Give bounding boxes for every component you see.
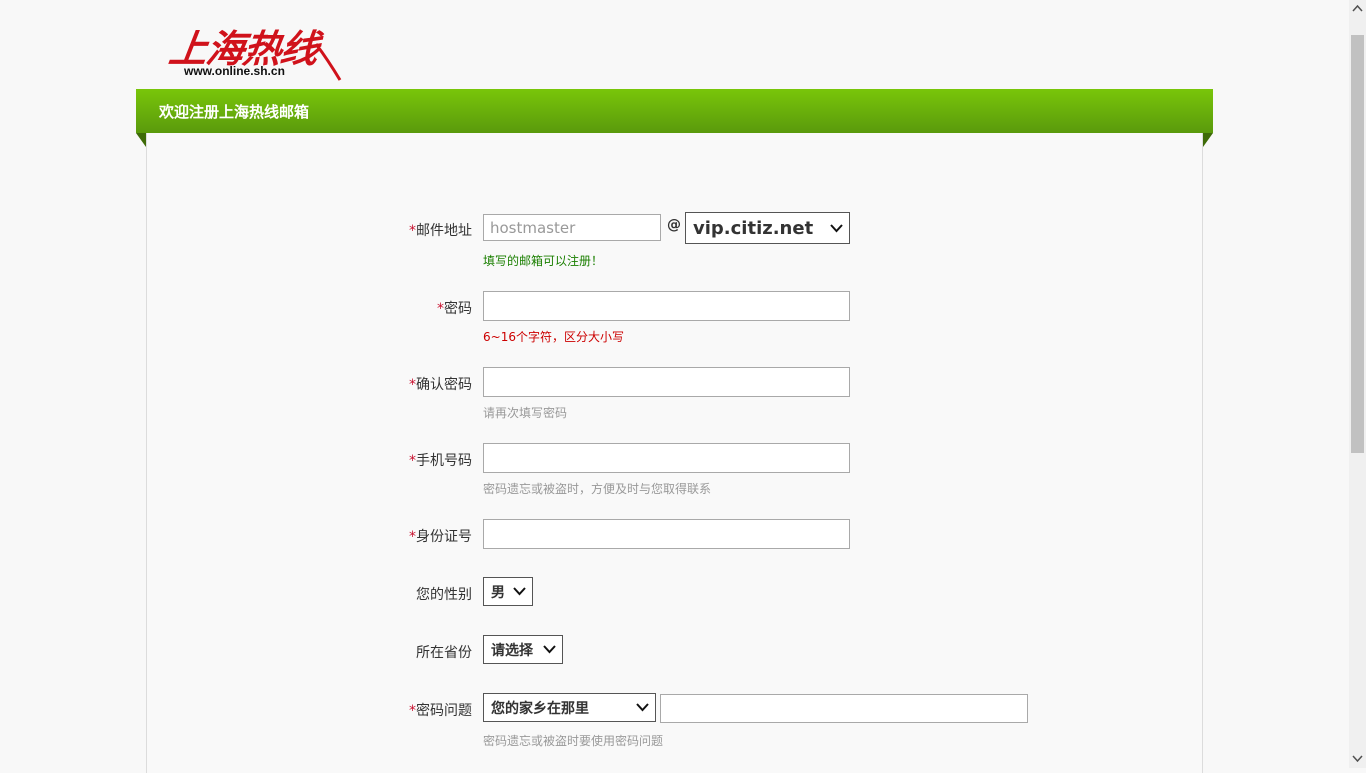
site-logo[interactable]: 上海热线 www.online.sh.cn bbox=[166, 18, 348, 82]
scrollbar-thumb[interactable] bbox=[1351, 35, 1364, 453]
gender-value: 男 bbox=[491, 585, 505, 601]
security-answer-input[interactable] bbox=[660, 694, 1028, 723]
province-label: 所在省份 bbox=[416, 645, 472, 661]
chevron-down-icon bbox=[543, 645, 556, 654]
at-sign: @ bbox=[667, 217, 681, 233]
password-hint: 6~16个字符，区分大小写 bbox=[483, 330, 624, 344]
email-username-input[interactable] bbox=[483, 214, 661, 241]
email-label: *邮件地址 bbox=[409, 223, 472, 239]
scroll-down-icon[interactable] bbox=[1349, 751, 1366, 768]
security-question-hint: 密码遗忘或被盗时要使用密码问题 bbox=[483, 734, 664, 748]
phone-input[interactable] bbox=[483, 443, 850, 473]
province-select[interactable]: 请选择 bbox=[483, 635, 563, 664]
phone-label: *手机号码 bbox=[409, 453, 472, 469]
chevron-up-icon bbox=[1352, 4, 1363, 12]
chevron-down-icon bbox=[513, 587, 526, 596]
gender-label: 您的性别 bbox=[416, 587, 472, 603]
logo-url-text: www.online.sh.cn bbox=[184, 64, 285, 78]
password-input[interactable] bbox=[483, 291, 850, 321]
page-title: 欢迎注册上海热线邮箱 bbox=[159, 103, 310, 121]
province-value: 请选择 bbox=[491, 643, 533, 659]
scroll-up-icon[interactable] bbox=[1349, 0, 1366, 17]
vertical-scrollbar[interactable] bbox=[1349, 0, 1366, 768]
registration-header: 欢迎注册上海热线邮箱 bbox=[136, 89, 1213, 133]
confirm-password-label: *确认密码 bbox=[409, 377, 472, 393]
phone-hint: 密码遗忘或被盗时，方便及时与您取得联系 bbox=[483, 482, 712, 496]
email-domain-value: vip.citiz.net bbox=[693, 218, 814, 239]
security-question-select[interactable]: 您的家乡在那里 bbox=[483, 693, 656, 722]
id-card-input[interactable] bbox=[483, 519, 850, 549]
confirm-password-hint: 请再次填写密码 bbox=[483, 406, 568, 420]
chevron-down-icon bbox=[636, 703, 649, 712]
confirm-password-input[interactable] bbox=[483, 367, 850, 397]
id-card-label: *身份证号 bbox=[409, 529, 472, 545]
email-hint: 填写的邮箱可以注册！ bbox=[483, 254, 604, 268]
header-fold-right bbox=[1203, 133, 1213, 147]
security-question-label: *密码问题 bbox=[409, 703, 472, 719]
security-question-value: 您的家乡在那里 bbox=[491, 701, 589, 717]
chevron-down-icon bbox=[830, 224, 843, 233]
logo-swoosh-icon bbox=[314, 43, 342, 81]
gender-select[interactable]: 男 bbox=[483, 577, 533, 606]
header-fold-left bbox=[136, 133, 146, 147]
email-domain-select[interactable]: vip.citiz.net bbox=[685, 212, 850, 244]
password-label: *密码 bbox=[437, 301, 472, 317]
chevron-down-icon bbox=[1352, 755, 1363, 763]
